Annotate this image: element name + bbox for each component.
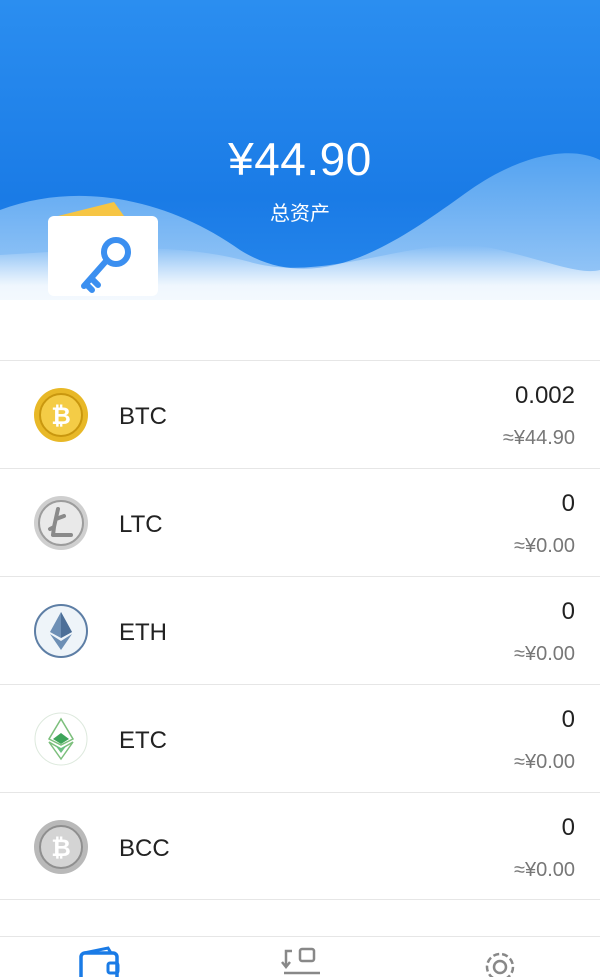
asset-row-ltc[interactable]: LTC 0 ≈¥0.00 bbox=[0, 468, 600, 576]
coin-amount: 0.002 bbox=[514, 382, 575, 409]
exchange-icon[interactable] bbox=[280, 945, 324, 977]
bitcoin-cash-icon: ₿ bbox=[34, 820, 88, 874]
litecoin-icon bbox=[34, 496, 88, 550]
ethereum-icon bbox=[34, 604, 88, 658]
asset-row-etc[interactable]: ETC 0 ≈¥0.00 bbox=[0, 684, 600, 792]
coin-fiat-value: ≈¥0.00 bbox=[513, 643, 575, 665]
asset-row-btc[interactable]: ₿ BTC 0.002 ≈¥44.90 bbox=[0, 360, 600, 468]
coin-amount: 0 bbox=[561, 706, 575, 733]
asset-list: ₿ BTC 0.002 ≈¥44.90 LTC 0 ≈¥0.00 ETH 0 ≈… bbox=[0, 360, 600, 900]
asset-row-eth[interactable]: ETH 0 ≈¥0.00 bbox=[0, 576, 600, 684]
coin-symbol: ETH bbox=[119, 619, 167, 646]
total-assets-amount: ¥44.90 bbox=[228, 133, 372, 185]
total-assets-label: 总资产 bbox=[270, 201, 330, 225]
coin-amount: 0 bbox=[561, 598, 575, 625]
gear-icon[interactable] bbox=[478, 945, 522, 977]
coin-symbol: LTC bbox=[119, 511, 163, 538]
asset-row-bcc[interactable]: ₿ BCC 0 ≈¥0.00 bbox=[0, 792, 600, 900]
coin-fiat-value: ≈¥0.00 bbox=[513, 859, 575, 881]
coin-amount: 0 bbox=[561, 814, 575, 841]
bottom-tab-bar bbox=[0, 936, 600, 977]
bitcoin-icon: ₿ bbox=[34, 388, 88, 442]
coin-symbol: BTC bbox=[119, 403, 167, 430]
header-banner: ¥44.90 总资产 bbox=[0, 0, 600, 360]
coin-amount: 0 bbox=[561, 490, 575, 517]
svg-text:₿: ₿ bbox=[51, 402, 71, 430]
coin-symbol: BCC bbox=[119, 835, 170, 862]
ethereum-classic-icon bbox=[34, 712, 88, 766]
coin-fiat-value: ≈¥0.00 bbox=[513, 751, 575, 773]
svg-text:₿: ₿ bbox=[51, 834, 71, 862]
wallet-icon[interactable] bbox=[78, 945, 122, 977]
coin-symbol: ETC bbox=[119, 727, 167, 754]
coin-fiat-value: ≈¥0.00 bbox=[513, 535, 575, 557]
coin-fiat-value: ≈¥44.90 bbox=[502, 427, 575, 449]
